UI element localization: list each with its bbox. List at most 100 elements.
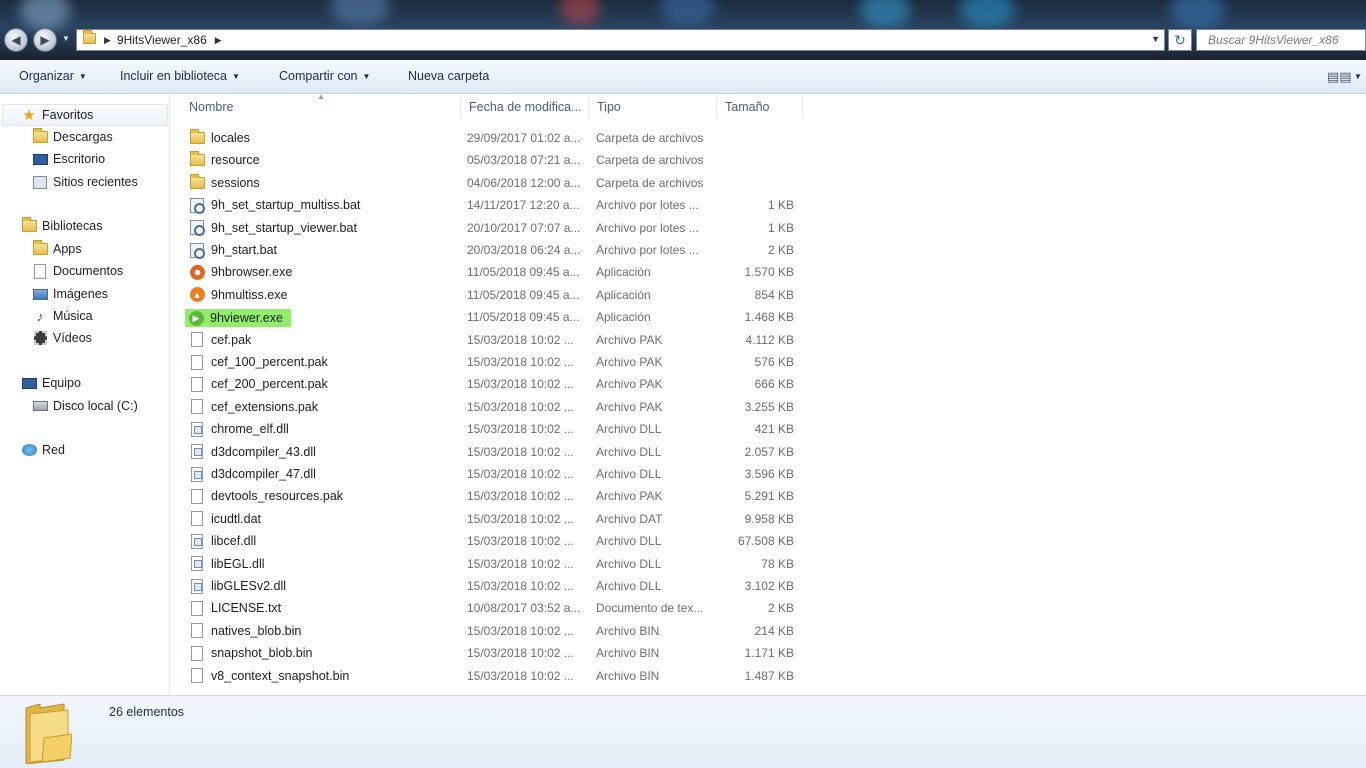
file-name-cell[interactable]: 9h_start.bat (189, 242, 277, 259)
file-row[interactable]: libGLESv2.dll 15/03/2018 10:02 ... Archivo… (182, 575, 802, 597)
sidebar-item-music[interactable]: ♪ Música (32, 306, 93, 326)
file-name-cell[interactable]: cef.pak (189, 332, 251, 348)
file-row[interactable]: chrome_elf.dll 15/03/2018 10:02 ... Archiv… (182, 418, 802, 440)
organize-menu[interactable]: Organizar ▼ (19, 69, 87, 83)
file-icon (189, 668, 205, 684)
file-name-cell[interactable]: cef_200_percent.pak (189, 376, 328, 392)
file-type: Documento de tex... (596, 601, 704, 616)
back-button[interactable]: ◀ (4, 28, 28, 52)
change-view-icon[interactable]: ▤▤ (1327, 69, 1352, 85)
file-name-cell[interactable]: locales (189, 129, 250, 146)
file-type: Archivo por lotes ... (596, 220, 699, 235)
file-row[interactable]: 9h_set_startup_multiss.bat 14/11/2017 12:… (182, 194, 802, 216)
file-name-cell[interactable]: natives_blob.bin (189, 623, 301, 639)
file-name-cell[interactable]: ▶ 9hviewer.exe (185, 309, 291, 328)
file-row[interactable]: 9h_start.bat 20/03/2018 06:24 a... Archivo… (182, 239, 802, 261)
column-header-size[interactable]: Tamaño (717, 95, 803, 119)
file-name: cef_extensions.pak (211, 399, 319, 414)
search-box[interactable] (1196, 29, 1366, 51)
sidebar-item-network[interactable]: Red (21, 440, 65, 460)
sidebar-item-favorites[interactable]: ★ Favoritos (2, 104, 168, 126)
sidebar-item-images[interactable]: Imágenes (32, 284, 108, 304)
text-file-icon (189, 600, 205, 616)
folder-icon (189, 151, 205, 168)
file-row[interactable]: ▶ 9hviewer.exe 11/05/2018 09:45 a... Aplica… (182, 306, 802, 328)
file-date: 15/03/2018 10:02 ... (467, 332, 574, 347)
file-row[interactable]: d3dcompiler_43.dll 15/03/2018 10:02 ... Ar… (182, 441, 802, 463)
file-row[interactable]: snapshot_blob.bin 15/03/2018 10:02 ... Arc… (182, 642, 802, 664)
file-name-cell[interactable]: libGLESv2.dll (189, 578, 286, 594)
file-date: 11/05/2018 09:45 a... (467, 310, 580, 325)
file-name-cell[interactable]: icudtl.dat (189, 511, 261, 527)
file-name-cell[interactable]: d3dcompiler_47.dll (189, 466, 316, 482)
breadcrumb-current-folder[interactable]: 9HitsViewer_x86 (117, 33, 207, 47)
file-row[interactable]: locales 29/09/2017 01:02 a... Carpeta de a… (182, 127, 802, 149)
sidebar-item-apps[interactable]: Apps (32, 239, 82, 259)
file-date: 15/03/2018 10:02 ... (467, 444, 574, 459)
sidebar-item-videos[interactable]: Vídeos (32, 328, 92, 348)
file-name-cell[interactable]: 9h_set_startup_viewer.bat (189, 220, 357, 237)
sidebar-item-documents[interactable]: Documentos (32, 261, 123, 281)
file-name-cell[interactable]: 9hbrowser.exe (189, 264, 292, 280)
file-type: Archivo DLL (596, 579, 662, 593)
file-row[interactable]: v8_context_snapshot.bin 15/03/2018 10:02 … (182, 665, 802, 687)
file-name-cell[interactable]: libEGL.dll (189, 556, 265, 572)
sidebar-item-libraries[interactable]: Bibliotecas (21, 216, 102, 236)
file-row[interactable]: cef_extensions.pak 15/03/2018 10:02 ... Ar… (182, 396, 802, 418)
file-name-cell[interactable]: ▲ 9hmultiss.exe (189, 287, 287, 303)
file-row[interactable]: 9h_set_startup_viewer.bat 20/10/2017 07:0… (182, 217, 802, 239)
file-row[interactable]: icudtl.dat 15/03/2018 10:02 ... Archivo DA… (182, 508, 802, 530)
sidebar-item-desktop[interactable]: Escritorio (32, 149, 105, 169)
file-size: 576 KB (754, 355, 794, 369)
breadcrumb-chevron-icon[interactable]: ▶ (215, 35, 222, 46)
file-row[interactable]: libcef.dll 15/03/2018 10:02 ... Archivo DL… (182, 530, 802, 552)
address-field[interactable]: ▶ 9HitsViewer_x86 ▶ ▼ (76, 29, 1165, 51)
file-name-cell[interactable]: v8_context_snapshot.bin (189, 668, 349, 684)
file-name-cell[interactable]: d3dcompiler_43.dll (189, 444, 316, 460)
column-header-date[interactable]: Fecha de modifica... (461, 95, 589, 119)
file-size: 421 KB (754, 422, 794, 437)
file-row[interactable]: devtools_resources.pak 15/03/2018 10:02 .… (182, 485, 802, 507)
sidebar-item-computer[interactable]: Equipo (21, 373, 81, 393)
column-header-type[interactable]: Tipo (589, 95, 717, 119)
file-name-cell[interactable]: snapshot_blob.bin (189, 645, 312, 661)
file-row[interactable]: d3dcompiler_47.dll 15/03/2018 10:02 ... Ar… (182, 463, 802, 485)
dropdown-caret-icon: ▼ (362, 72, 371, 81)
file-name-cell[interactable]: resource (189, 151, 260, 168)
file-row[interactable]: natives_blob.bin 15/03/2018 10:02 ... Arch… (182, 620, 802, 642)
include-library-menu[interactable]: Incluir en biblioteca ▼ (120, 69, 240, 83)
file-name-cell[interactable]: LICENSE.txt (189, 600, 281, 616)
share-with-menu[interactable]: Compartir con ▼ (279, 69, 370, 83)
file-name-cell[interactable]: devtools_resources.pak (189, 488, 343, 504)
file-name-cell[interactable]: libcef.dll (189, 533, 256, 549)
file-name-cell[interactable]: 9h_set_startup_multiss.bat (189, 197, 360, 214)
file-name-cell[interactable]: cef_100_percent.pak (189, 354, 328, 370)
file-row[interactable]: 9hbrowser.exe 11/05/2018 09:45 a... Aplica… (182, 261, 802, 283)
file-name-cell[interactable]: chrome_elf.dll (189, 421, 289, 437)
viewer-app-icon: ▶ (188, 310, 204, 326)
file-row[interactable]: cef_200_percent.pak 15/03/2018 10:02 ... A… (182, 373, 802, 395)
new-folder-button[interactable]: Nueva carpeta (408, 69, 489, 83)
recent-pages-dropdown[interactable]: ▼ (62, 34, 70, 43)
file-row[interactable]: LICENSE.txt 10/08/2017 03:52 a... Document… (182, 597, 802, 619)
forward-button[interactable]: ▶ (33, 28, 57, 52)
refresh-icon: ↻ (1174, 31, 1186, 48)
file-row[interactable]: resource 05/03/2018 07:21 a... Carpeta de … (182, 149, 802, 171)
file-type: Carpeta de archivos (596, 153, 704, 168)
file-row[interactable]: cef.pak 15/03/2018 10:02 ... Archivo PAK 4.… (182, 329, 802, 351)
sidebar-item-recent-places[interactable]: Sitios recientes (32, 172, 138, 192)
sidebar-item-local-disk[interactable]: Disco local (C:) (32, 396, 138, 416)
file-name-cell[interactable]: cef_extensions.pak (189, 399, 318, 415)
search-input[interactable] (1197, 30, 1365, 50)
refresh-button[interactable]: ↻ (1168, 29, 1192, 51)
sidebar-item-downloads[interactable]: Descargas (32, 127, 113, 147)
file-row[interactable]: libEGL.dll 15/03/2018 10:02 ... Archivo DL… (182, 553, 802, 575)
file-row[interactable]: sessions 04/06/2018 12:00 a... Carpeta de … (182, 172, 802, 194)
view-options-dropdown-icon[interactable]: ▼ (1354, 72, 1362, 81)
breadcrumb-separator-icon[interactable]: ▶ (104, 35, 111, 46)
file-name-cell[interactable]: sessions (189, 173, 260, 191)
file-row[interactable]: cef_100_percent.pak 15/03/2018 10:02 ... A… (182, 351, 802, 373)
address-dropdown-icon[interactable]: ▼ (1151, 34, 1160, 44)
column-header-label: Tipo (597, 100, 621, 114)
file-row[interactable]: ▲ 9hmultiss.exe 11/05/2018 09:45 a... Aplic… (182, 284, 802, 306)
